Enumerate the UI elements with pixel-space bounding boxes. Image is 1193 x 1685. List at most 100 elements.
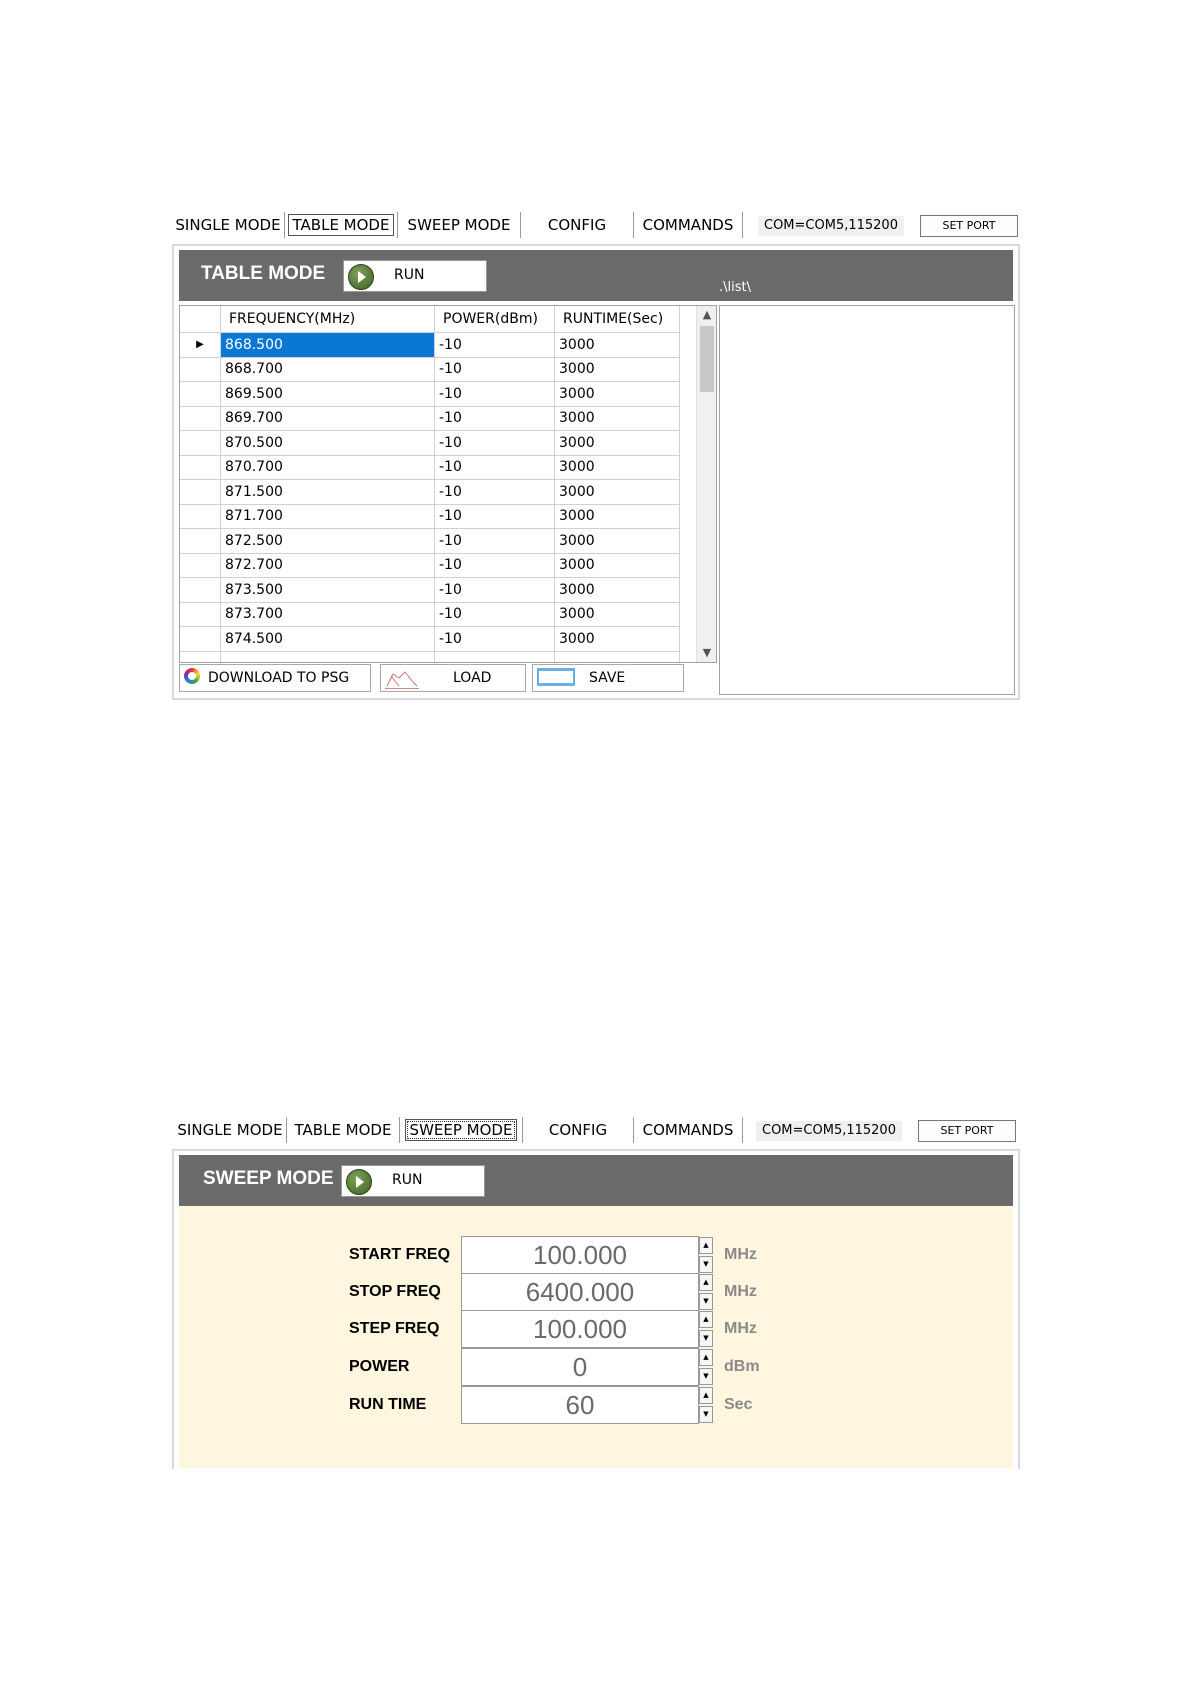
power-cell[interactable]: -10 [434,602,555,627]
spin-down-icon[interactable]: ▼ [699,1293,713,1310]
frequency-cell[interactable]: 871.500 [220,479,435,505]
frequency-cell[interactable]: 870.700 [220,455,435,480]
run-button[interactable]: RUN [343,260,487,292]
frequency-table[interactable]: FREQUENCY(MHz) POWER(dBm) RUNTIME(Sec) ▶… [179,305,717,663]
stop-freq-stepper[interactable]: ▲ ▼ [699,1274,713,1310]
power-cell[interactable]: -10 [434,406,555,431]
table-row[interactable]: 873.700 -10 3000 [180,602,680,627]
tab-config[interactable]: CONFIG [523,1117,634,1143]
table-row[interactable]: 873.500 -10 3000 [180,577,680,603]
frequency-cell[interactable]: 873.700 [220,602,435,627]
run-button[interactable]: RUN [341,1165,485,1197]
file-list-box[interactable] [719,305,1015,695]
frequency-cell[interactable]: 868.700 [220,357,435,382]
table-row[interactable]: 870.700 -10 3000 [180,455,680,480]
run-time-stepper[interactable]: ▲ ▼ [699,1387,713,1423]
runtime-cell[interactable]: 3000 [554,406,680,431]
spin-up-icon[interactable]: ▲ [699,1274,713,1291]
runtime-cell[interactable]: 3000 [554,455,680,480]
table-row[interactable]: 870.500 -10 3000 [180,430,680,456]
table-row[interactable]: 869.500 -10 3000 [180,381,680,407]
spin-down-icon[interactable]: ▼ [699,1330,713,1347]
frequency-cell[interactable]: 873.500 [220,577,435,603]
column-header-power[interactable]: POWER(dBm) [434,306,555,333]
power-cell[interactable]: -10 [434,504,555,529]
runtime-cell[interactable]: 3000 [554,332,680,358]
runtime-cell[interactable]: 3000 [554,504,680,529]
run-time-input[interactable]: 60 [461,1386,699,1424]
runtime-cell[interactable]: 3000 [554,528,680,554]
tab-commands[interactable]: COMMANDS [634,212,743,238]
power-cell[interactable]: -10 [434,332,555,358]
set-port-button[interactable]: SET PORT [920,215,1018,237]
row-header[interactable] [180,357,221,382]
runtime-cell[interactable]: 3000 [554,430,680,456]
scroll-thumb[interactable] [700,326,714,392]
tab-sweep-mode[interactable]: SWEEP MODE [398,212,521,238]
frequency-cell[interactable]: 872.700 [220,553,435,578]
tab-sweep-mode[interactable]: SWEEP MODE [400,1117,523,1143]
spin-up-icon[interactable]: ▲ [699,1387,713,1404]
tab-commands[interactable]: COMMANDS [634,1117,743,1143]
runtime-cell[interactable]: 3000 [554,357,680,382]
power-stepper[interactable]: ▲ ▼ [699,1349,713,1385]
tab-table-mode[interactable]: TABLE MODE [287,1117,400,1143]
runtime-cell[interactable]: 3000 [554,602,680,627]
step-freq-stepper[interactable]: ▲ ▼ [699,1311,713,1347]
power-cell[interactable]: -10 [434,430,555,456]
row-header[interactable] [180,577,221,603]
row-header[interactable] [180,553,221,578]
table-row[interactable]: 868.700 -10 3000 [180,357,680,382]
spin-up-icon[interactable]: ▲ [699,1311,713,1328]
power-cell[interactable]: -10 [434,577,555,603]
row-header[interactable] [180,455,221,480]
runtime-cell[interactable]: 3000 [554,479,680,505]
runtime-cell[interactable]: 3000 [554,577,680,603]
power-cell[interactable]: -10 [434,455,555,480]
start-freq-stepper[interactable]: ▲ ▼ [699,1237,713,1273]
frequency-cell[interactable]: 874.500 [220,626,435,652]
save-button[interactable]: SAVE [532,664,684,692]
tab-single-mode[interactable]: SINGLE MODE [172,212,285,238]
frequency-cell[interactable]: 871.700 [220,504,435,529]
tab-config[interactable]: CONFIG [521,212,634,238]
frequency-cell[interactable]: 869.700 [220,406,435,431]
power-cell[interactable]: -10 [434,528,555,554]
frequency-cell[interactable]: 869.500 [220,381,435,407]
power-input[interactable]: 0 [461,1348,699,1386]
start-freq-input[interactable]: 100.000 [461,1236,699,1274]
table-row[interactable]: 871.500 -10 3000 [180,479,680,505]
frequency-cell[interactable]: 870.500 [220,430,435,456]
row-header[interactable] [180,381,221,407]
tab-single-mode[interactable]: SINGLE MODE [174,1117,287,1143]
row-header[interactable] [180,602,221,627]
frequency-cell[interactable]: 868.500 [220,332,435,358]
scroll-up-icon[interactable]: ▲ [697,306,716,324]
power-cell[interactable]: -10 [434,381,555,407]
load-button[interactable]: LOAD [380,664,526,692]
spin-up-icon[interactable]: ▲ [699,1349,713,1366]
row-header[interactable] [180,626,221,652]
table-row[interactable]: 874.500 -10 3000 [180,626,680,652]
power-cell[interactable]: -10 [434,626,555,652]
spin-up-icon[interactable]: ▲ [699,1237,713,1254]
spin-down-icon[interactable]: ▼ [699,1368,713,1385]
step-freq-input[interactable]: 100.000 [461,1310,699,1348]
frequency-cell[interactable]: 872.500 [220,528,435,554]
table-row[interactable]: 871.700 -10 3000 [180,504,680,529]
runtime-cell[interactable]: 3000 [554,553,680,578]
tab-table-mode[interactable]: TABLE MODE [285,212,398,238]
column-header-frequency[interactable]: FREQUENCY(MHz) [220,306,435,333]
spin-down-icon[interactable]: ▼ [699,1256,713,1273]
spin-down-icon[interactable]: ▼ [699,1406,713,1423]
power-cell[interactable]: -10 [434,553,555,578]
table-row[interactable]: 869.700 -10 3000 [180,406,680,431]
row-header[interactable] [180,504,221,529]
runtime-cell[interactable]: 3000 [554,626,680,652]
row-header[interactable] [180,406,221,431]
table-row[interactable]: 872.500 -10 3000 [180,528,680,554]
row-header[interactable]: ▶ [180,332,221,358]
table-row[interactable]: 872.700 -10 3000 [180,553,680,578]
table-row[interactable]: ▶ 868.500 -10 3000 [180,332,680,358]
row-header[interactable] [180,430,221,456]
